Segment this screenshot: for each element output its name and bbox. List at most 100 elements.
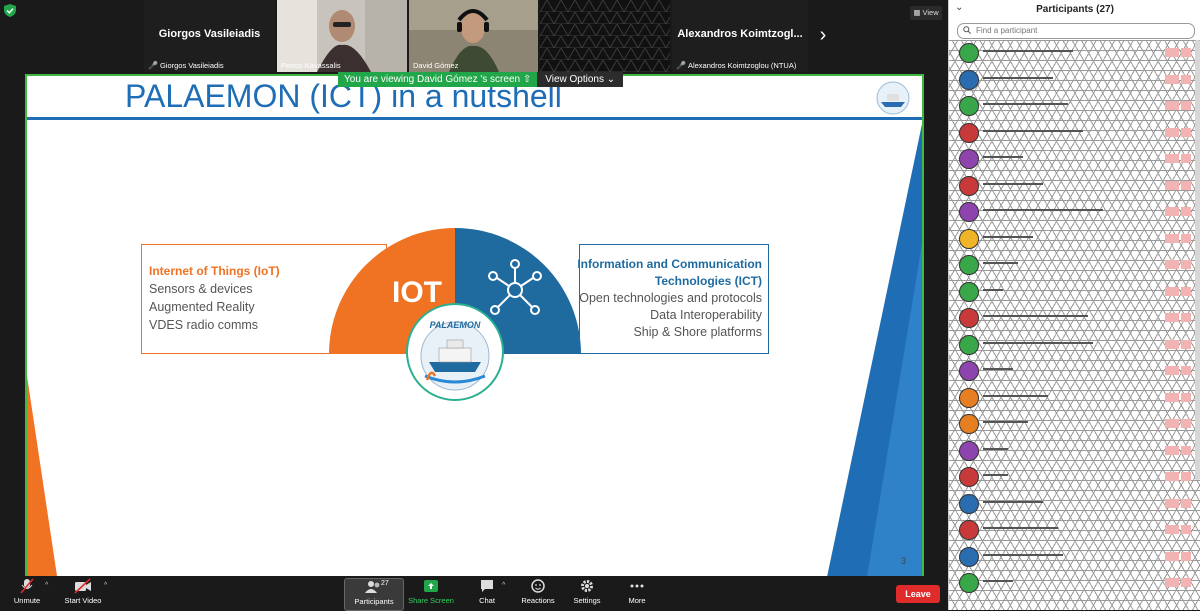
video-off-icon [1181, 260, 1191, 269]
reactions-button[interactable]: Reactions [516, 578, 560, 609]
participant-row[interactable] [949, 305, 1200, 331]
participant-name-placeholder [983, 288, 1003, 291]
view-button[interactable]: ▦ View [910, 6, 942, 20]
video-off-icon [74, 578, 91, 594]
iot-item: VDES radio comms [149, 318, 259, 332]
mic-muted-icon [1165, 127, 1179, 137]
participant-avatar [959, 467, 979, 487]
palaemon-emblem: PALAEMON [405, 302, 505, 402]
participant-row[interactable] [949, 67, 1200, 93]
participant-row[interactable] [949, 517, 1200, 543]
participant-name-placeholder [983, 76, 1053, 79]
participant-avatar [959, 175, 979, 196]
participant-row[interactable] [949, 93, 1200, 119]
participant-name-placeholder [983, 209, 1103, 211]
video-off-icon [1181, 551, 1191, 561]
gallery-next-arrow-icon[interactable]: › [812, 20, 834, 50]
iot-item: Sensors & devices [149, 282, 253, 296]
participant-row[interactable] [949, 544, 1200, 570]
ict-box: Information and Communication Technologi… [577, 244, 769, 354]
chat-icon [481, 580, 493, 592]
decor-orange-stripe [27, 376, 57, 576]
video-off-icon [1181, 392, 1191, 402]
chat-options-chevron-icon[interactable]: ^ [502, 582, 505, 589]
participant-avatar [959, 202, 979, 222]
participant-name-placeholder [983, 527, 1058, 529]
palaemon-logo-icon [876, 81, 910, 115]
participant-row[interactable] [949, 570, 1200, 596]
participant-row[interactable] [949, 411, 1200, 437]
decor-blue-stripe [827, 124, 922, 577]
more-dots-icon [630, 584, 644, 588]
participant-row[interactable] [949, 226, 1200, 252]
participant-row[interactable] [949, 491, 1200, 517]
video-off-icon [1181, 154, 1191, 163]
video-tile[interactable]: David Gómez [409, 0, 538, 72]
participant-search-input[interactable]: Find a participant [957, 23, 1195, 39]
unmute-options-chevron-icon[interactable]: ^ [45, 582, 48, 589]
mic-muted-icon [1165, 445, 1179, 455]
participant-name-placeholder [983, 235, 1033, 238]
participant-avatar [959, 255, 979, 275]
view-options-button[interactable]: View Options ⌄ [537, 72, 624, 87]
participant-row[interactable] [949, 199, 1200, 225]
mic-muted-icon [1165, 313, 1179, 322]
shield-icon[interactable] [4, 4, 16, 17]
participant-row[interactable] [949, 146, 1200, 172]
video-off-icon [1181, 578, 1191, 587]
smiley-icon [531, 579, 545, 593]
participant-name-placeholder [983, 341, 1093, 344]
participant-row[interactable] [949, 438, 1200, 464]
video-off-icon [1181, 498, 1191, 508]
unmute-button[interactable]: Unmute [8, 578, 46, 609]
participant-avatar [959, 573, 979, 593]
participant-row[interactable] [949, 358, 1200, 384]
participant-row[interactable] [949, 173, 1200, 199]
mic-muted-icon [1165, 180, 1179, 190]
video-off-icon [1181, 233, 1191, 243]
participant-avatar [959, 228, 979, 249]
participant-row[interactable] [949, 252, 1200, 278]
participant-row[interactable] [949, 120, 1200, 146]
share-screen-button[interactable]: Share Screen [406, 578, 456, 609]
mic-muted-icon [1165, 339, 1179, 349]
participant-name-placeholder [983, 447, 1008, 450]
participant-avatar [959, 361, 979, 381]
participant-avatar [959, 122, 979, 143]
participant-row[interactable] [949, 464, 1200, 490]
mic-muted-icon [1165, 101, 1179, 110]
mic-muted-icon [1165, 233, 1179, 243]
start-video-button[interactable]: Start Video [60, 578, 106, 609]
ict-item: Open technologies and protocols [579, 291, 762, 305]
search-icon [963, 26, 971, 34]
video-off-icon [1181, 74, 1191, 84]
participant-name-placeholder [983, 500, 1043, 503]
participants-button[interactable]: 27 Participants [344, 578, 404, 611]
ict-item: Ship & Shore platforms [633, 325, 762, 339]
participant-row[interactable] [949, 40, 1200, 66]
chat-button[interactable]: Chat [470, 578, 504, 609]
participant-scrollbar[interactable] [1195, 40, 1200, 480]
video-tile[interactable]: Petros Kavassalis [277, 0, 407, 72]
emblem-text: PALAEMON [429, 320, 481, 330]
video-options-chevron-icon[interactable]: ^ [104, 582, 107, 589]
participant-row[interactable] [949, 332, 1200, 358]
video-tile[interactable]: Alexandros Koimtzogl... 🎤 Alexandros Koim… [672, 0, 808, 72]
collapse-chevron-icon[interactable]: ⌄ [955, 2, 963, 13]
participant-avatar [959, 414, 979, 434]
participant-label: Giorgos Vasileiadis [159, 61, 224, 70]
ict-heading-line2: Technologies (ICT) [654, 274, 762, 288]
chevron-down-icon: ⌄ [606, 74, 616, 85]
participant-row[interactable] [949, 279, 1200, 305]
participant-avatar [959, 520, 979, 540]
participant-label: Alexandros Koimtzoglou (NTUA) [687, 61, 797, 70]
viewing-message: You are viewing David Gómez 's screen ⇧ [338, 72, 538, 87]
video-tile[interactable] [540, 0, 670, 72]
participant-row[interactable] [949, 385, 1200, 411]
video-tile[interactable]: Giorgos Vasileiadis 🎤 Giorgos Vasileiadis [144, 0, 275, 72]
participant-name-placeholder [983, 553, 1063, 556]
settings-button[interactable]: Settings [568, 578, 606, 609]
leave-button[interactable]: Leave [896, 585, 940, 603]
more-button[interactable]: More [620, 578, 654, 609]
view-icon: ▦ [913, 8, 923, 17]
